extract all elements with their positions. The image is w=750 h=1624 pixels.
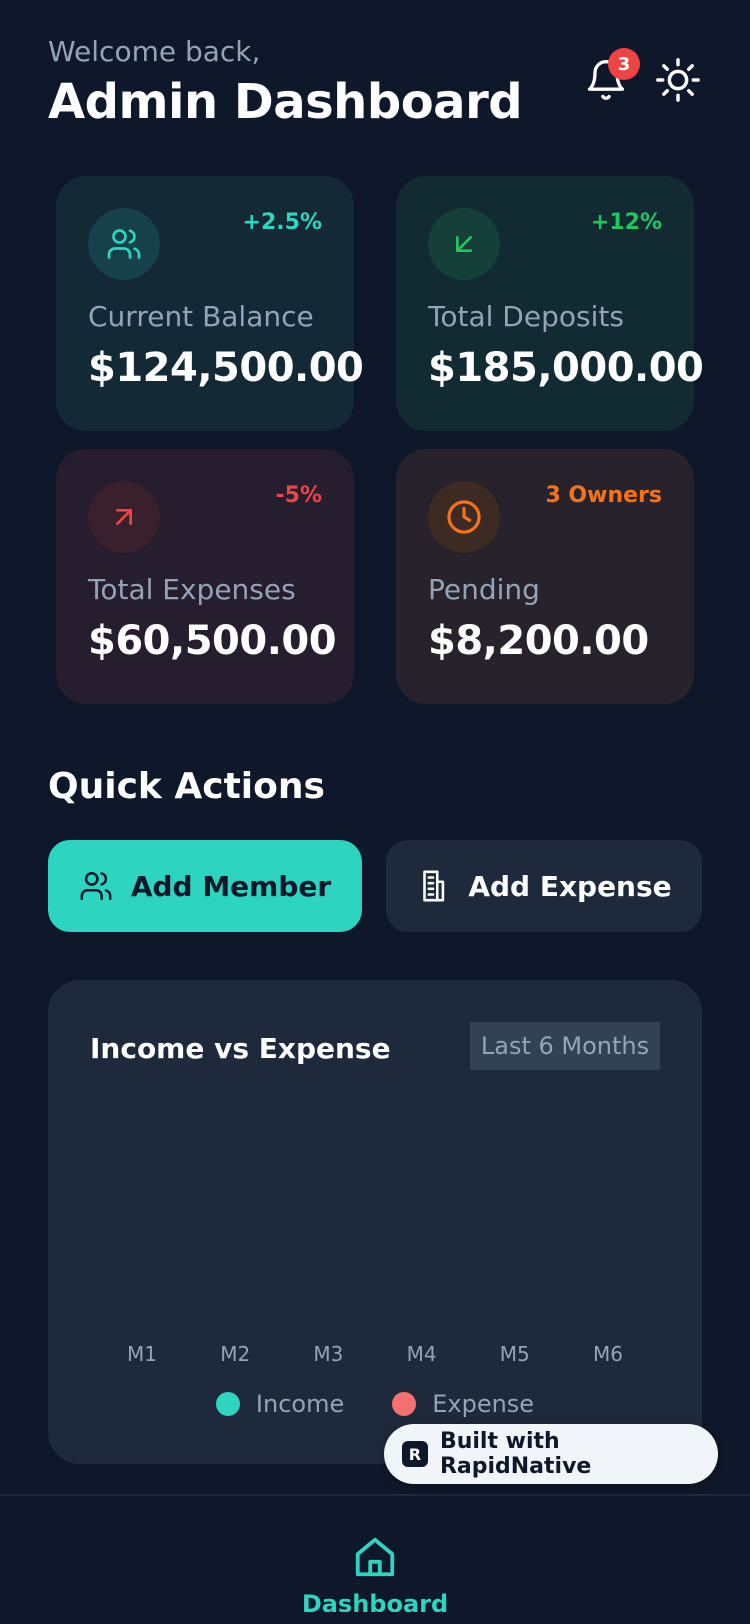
arrow-up-right-icon: [116, 509, 132, 525]
chart-legend: Income Expense: [48, 1390, 702, 1418]
chart-title: Income vs Expense: [90, 1032, 391, 1065]
legend-dot: [392, 1392, 417, 1416]
add-expense-label: Add Expense: [468, 869, 672, 903]
stat-label: Total Expenses: [88, 573, 296, 606]
legend-dot: [215, 1392, 240, 1416]
nav-label-dashboard: Dashboard: [301, 1590, 449, 1612]
add-expense-button[interactable]: Add Expense: [386, 840, 702, 932]
add-member-label: Add Member: [130, 869, 332, 903]
quick-actions-title: Quick Actions: [48, 766, 325, 807]
legend-label: Expense: [432, 1390, 535, 1418]
nav-item-dashboard[interactable]: Dashboard: [0, 1534, 750, 1612]
chart-plot: [78, 1090, 672, 1340]
legend-item-expense: Expense: [392, 1390, 534, 1418]
income-expense-chart-card: Income vs Expense Last 6 Months M1 M2 M3 M4…: [48, 980, 702, 1464]
stat-icon-wrap: [88, 208, 160, 280]
stat-icon-wrap: [88, 481, 160, 553]
x-tick-label: M2: [220, 1342, 251, 1366]
bottom-nav: Dashboard: [0, 1494, 750, 1624]
rapidnative-logo-icon: R: [402, 1441, 428, 1467]
stat-value: $124,500.00: [88, 345, 364, 391]
quick-actions: Add Member Add Expense: [48, 840, 702, 932]
stats-grid: +2.5% Current Balance $124,500.00 +12% T…: [56, 176, 704, 704]
stat-value: $60,500.00: [88, 618, 337, 664]
stat-card-total-deposits[interactable]: +12% Total Deposits $185,000.00: [396, 176, 704, 431]
legend-item-income: Income: [215, 1390, 345, 1418]
stat-card-pending[interactable]: 3 Owners Pending $8,200.00: [396, 449, 694, 704]
header: Welcome back, Admin Dashboard 3: [48, 34, 702, 144]
built-with-badge[interactable]: R Built with RapidNative: [384, 1424, 718, 1484]
receipt-icon: [423, 870, 445, 902]
theme-toggle-button[interactable]: [654, 56, 702, 104]
chart-x-axis: M1 M2 M3 M4 M5 M6: [82, 1342, 668, 1366]
x-tick-label: M3: [313, 1342, 344, 1366]
notification-badge: 3: [608, 48, 640, 80]
add-member-button[interactable]: Add Member: [48, 840, 362, 932]
sun-icon: [656, 58, 700, 102]
home-icon: [355, 1537, 395, 1577]
stat-change: 3 Owners: [545, 483, 662, 508]
stat-label: Current Balance: [88, 300, 314, 333]
x-tick-label: M4: [406, 1342, 437, 1366]
notifications-button[interactable]: 3: [582, 48, 640, 104]
stat-card-current-balance[interactable]: +2.5% Current Balance $124,500.00: [56, 176, 364, 431]
header-actions: 3: [582, 48, 702, 104]
stat-value: $185,000.00: [428, 345, 704, 391]
stat-change: -5%: [275, 483, 322, 508]
clock-icon: [447, 500, 481, 534]
stat-label: Pending: [428, 573, 540, 606]
legend-label: Income: [255, 1390, 345, 1418]
stat-value: $8,200.00: [428, 618, 649, 664]
x-tick-label: M5: [499, 1342, 530, 1366]
stat-change: +12%: [590, 210, 662, 235]
stat-change: +2.5%: [242, 210, 322, 235]
stat-card-total-expenses[interactable]: -5% Total Expenses $60,500.00: [56, 449, 354, 704]
stat-icon-wrap: [428, 481, 500, 553]
stat-icon-wrap: [428, 208, 500, 280]
x-tick-label: M1: [127, 1342, 157, 1366]
users-icon: [107, 229, 141, 259]
users-icon: [80, 871, 112, 901]
built-with-label: Built with RapidNative: [439, 1429, 592, 1479]
x-tick-label: M6: [592, 1342, 623, 1366]
arrow-down-left-icon: [456, 236, 472, 252]
range-selector[interactable]: Last 6 Months: [470, 1022, 660, 1070]
stat-label: Total Deposits: [428, 300, 624, 333]
